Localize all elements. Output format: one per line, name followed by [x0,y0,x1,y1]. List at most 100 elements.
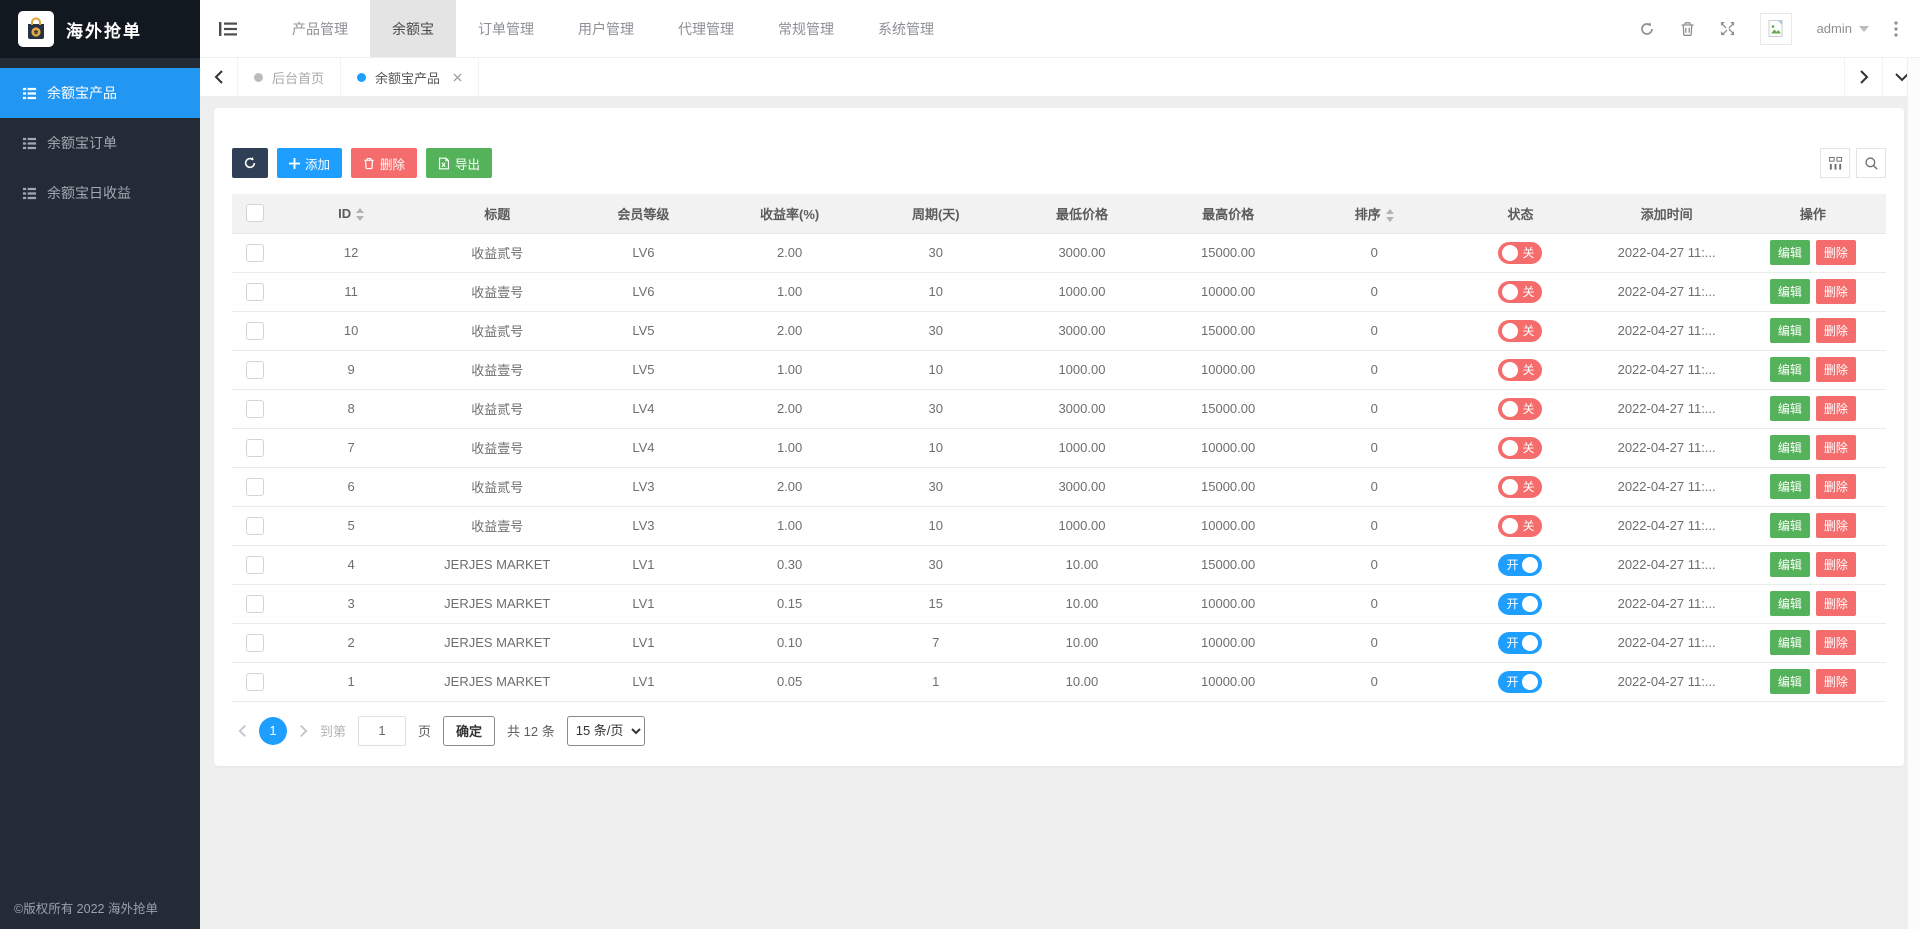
edit-button[interactable]: 编辑 [1769,240,1810,265]
nav-item-label: 产品管理 [292,20,348,37]
row-checkbox[interactable] [246,594,264,613]
cell-max-price: 15000.00 [1155,389,1302,429]
row-delete-button[interactable]: 删除 [1815,591,1856,616]
export-button[interactable]: 导出 [426,148,493,178]
edit-button[interactable]: 编辑 [1769,318,1810,343]
nav-item[interactable]: 常规管理 [756,0,856,57]
status-toggle[interactable]: 开 [1498,553,1543,576]
fullscreen-icon[interactable] [1720,21,1735,36]
cell-title: JERJES MARKET [424,545,571,585]
tab-scroll-left-icon[interactable] [200,58,238,96]
row-checkbox[interactable] [246,672,264,691]
edit-button[interactable]: 编辑 [1769,630,1810,655]
prev-page-icon[interactable] [238,724,247,738]
trash-icon[interactable] [1680,21,1695,37]
sort-carets-icon[interactable] [1385,208,1394,222]
sort-carets-icon[interactable] [356,207,365,221]
row-checkbox[interactable] [246,360,264,379]
row-delete-button[interactable]: 删除 [1815,669,1856,694]
row-delete-button[interactable]: 删除 [1815,435,1856,460]
row-delete-button[interactable]: 删除 [1815,240,1856,265]
edit-button[interactable]: 编辑 [1769,357,1810,382]
nav-item[interactable]: 余额宝 [370,0,456,57]
row-delete-button[interactable]: 删除 [1815,279,1856,304]
row-checkbox[interactable] [246,555,264,574]
nav-item[interactable]: 产品管理 [270,0,370,57]
sidebar-item[interactable]: 余额宝产品 [0,68,200,118]
row-checkbox[interactable] [246,282,264,301]
column-header: 收益率(%) [716,194,863,234]
cell-rate: 2.00 [716,311,863,351]
row-checkbox[interactable] [246,477,264,496]
status-toggle[interactable]: 开 [1498,592,1543,615]
tab-home[interactable]: 后台首页 [238,58,342,96]
status-toggle[interactable]: 关 [1498,358,1543,381]
row-checkbox[interactable] [246,516,264,535]
select-all-checkbox[interactable] [246,204,264,223]
status-toggle[interactable]: 关 [1498,436,1543,459]
row-delete-button[interactable]: 删除 [1815,630,1856,655]
status-toggle[interactable]: 关 [1498,475,1543,498]
cell-sort: 0 [1301,389,1448,429]
tab-scroll-right-icon[interactable] [1844,58,1882,96]
row-checkbox[interactable] [246,633,264,652]
status-toggle[interactable]: 关 [1498,280,1543,303]
cell-min-price: 1000.00 [1008,506,1156,546]
row-delete-button[interactable]: 删除 [1815,357,1856,382]
row-checkbox[interactable] [246,399,264,418]
sidebar-item[interactable]: 余额宝订单 [0,118,200,168]
edit-button[interactable]: 编辑 [1769,279,1810,304]
row-checkbox[interactable] [246,438,264,457]
scrollbar-track[interactable] [1907,58,1920,929]
checkbox-cell [232,584,278,624]
nav-item[interactable]: 用户管理 [556,0,656,57]
cell-max-price: 15000.00 [1155,233,1302,273]
row-delete-button[interactable]: 删除 [1815,513,1856,538]
next-page-icon[interactable] [299,724,308,738]
more-menu-icon[interactable] [1894,20,1898,37]
user-menu[interactable]: admin [1817,21,1869,36]
current-page[interactable]: 1 [259,716,287,745]
sidebar-item[interactable]: 余额宝日收益 [0,168,200,218]
edit-button[interactable]: 编辑 [1769,591,1810,616]
goto-confirm-button[interactable]: 确定 [443,715,496,746]
edit-button[interactable]: 编辑 [1769,552,1810,577]
refresh-button[interactable] [232,148,268,178]
status-toggle[interactable]: 关 [1498,514,1543,537]
app-logo-icon [18,11,54,47]
tab-yuebao-product[interactable]: 余额宝产品 [341,58,480,96]
avatar[interactable] [1759,12,1792,45]
row-delete-button[interactable]: 删除 [1815,318,1856,343]
edit-button[interactable]: 编辑 [1769,669,1810,694]
goto-page-input[interactable] [358,715,407,746]
status-toggle[interactable]: 开 [1498,631,1543,654]
add-button[interactable]: 添加 [277,148,343,178]
nav-item[interactable]: 代理管理 [656,0,756,57]
tab-close-icon[interactable] [453,72,462,82]
delete-button[interactable]: 删除 [351,148,418,178]
row-checkbox[interactable] [246,243,264,262]
row-checkbox[interactable] [246,321,264,340]
status-toggle[interactable]: 开 [1498,670,1543,693]
row-delete-button[interactable]: 删除 [1815,396,1856,421]
toggle-columns-icon[interactable] [1820,148,1850,178]
row-delete-button[interactable]: 删除 [1815,474,1856,499]
edit-button[interactable]: 编辑 [1769,513,1810,538]
nav-item[interactable]: 系统管理 [856,0,956,57]
column-header: 添加时间 [1593,194,1740,234]
edit-button[interactable]: 编辑 [1769,396,1810,421]
nav-item[interactable]: 订单管理 [456,0,556,57]
edit-button[interactable]: 编辑 [1769,474,1810,499]
page-size-select[interactable]: 15 条/页 [566,715,645,746]
row-delete-button[interactable]: 删除 [1815,552,1856,577]
sidebar-toggle-icon[interactable] [200,0,256,57]
cell-cycle: 30 [862,233,1009,273]
status-toggle[interactable]: 关 [1498,397,1543,420]
edit-button[interactable]: 编辑 [1769,435,1810,460]
cell-rate: 1.00 [716,428,863,468]
status-toggle[interactable]: 关 [1498,319,1543,342]
status-toggle[interactable]: 关 [1498,241,1543,264]
checkbox-cell [232,428,278,468]
refresh-icon[interactable] [1639,21,1655,37]
search-icon[interactable] [1856,148,1886,178]
